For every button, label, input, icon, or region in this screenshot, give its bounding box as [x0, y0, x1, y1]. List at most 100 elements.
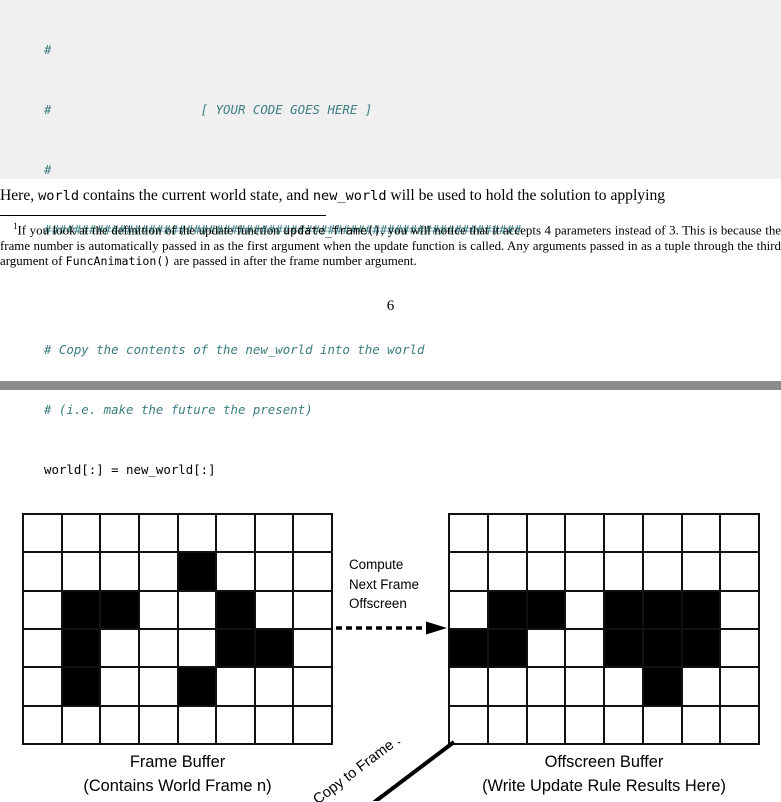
offscreen-buffer-cell [450, 515, 487, 552]
frame-buffer-cell [217, 629, 254, 667]
compute-next-frame-label: Compute Next Frame Offscreen [349, 555, 445, 614]
frame-buffer-cell [178, 553, 216, 590]
frame-buffer-cell [217, 591, 254, 628]
code-line: # Copy the contents of the new_world int… [44, 340, 521, 360]
frame-buffer-cell [294, 629, 331, 667]
offscreen-buffer-cell [682, 553, 720, 590]
paragraph-text-2: contains the current world state, and [79, 187, 313, 204]
frame-buffer-cell [101, 706, 138, 743]
frame-buffer-cell [139, 591, 177, 628]
frame-buffer-cell [217, 553, 254, 590]
frame-buffer-cell [24, 591, 61, 628]
frame-buffer-cell [62, 706, 100, 743]
copy-to-frame-buffer-arrow-icon [318, 740, 458, 801]
frame-buffer-grid [22, 513, 333, 745]
frame-buffer-cell [255, 668, 293, 705]
offscreen-buffer-cell [605, 553, 642, 590]
frame-buffer-cell [255, 515, 293, 552]
offscreen-buffer-cell [643, 629, 681, 667]
frame-buffer-cell [24, 553, 61, 590]
offscreen-buffer-cell [643, 706, 681, 743]
paragraph-text-3: will be used to hold the solution to app… [386, 187, 666, 204]
frame-buffer-cell [217, 706, 254, 743]
compute-label-line-3: Offscreen [349, 596, 407, 611]
offscreen-buffer-cell [721, 591, 758, 628]
footnote: 1If you look at the definition of the up… [0, 219, 781, 270]
code-line: # [ YOUR CODE GOES HERE ] [44, 100, 521, 120]
frame-buffer-cell [178, 706, 216, 743]
paragraph-code-new-world: new_world [312, 188, 387, 204]
footnote-text-3: are passed in after the frame number arg… [170, 254, 417, 269]
frame-buffer-cell [294, 668, 331, 705]
frame-buffer-cell [62, 591, 100, 628]
offscreen-buffer-cell [605, 591, 642, 628]
offscreen-buffer-cell [527, 706, 565, 743]
frame-buffer-cell [62, 553, 100, 590]
offscreen-buffer-cell [566, 515, 603, 552]
offscreen-buffer-cell [721, 668, 758, 705]
footnote-rule [0, 215, 326, 216]
offscreen-buffer-cell [643, 591, 681, 628]
offscreen-buffer-cell [450, 553, 487, 590]
offscreen-buffer-cell [605, 668, 642, 705]
frame-buffer-cell [255, 706, 293, 743]
page-number: 6 [386, 298, 395, 314]
frame-buffer-cell [62, 629, 100, 667]
code-comment-hash-1: # [44, 42, 52, 57]
offscreen-buffer-cell [527, 591, 565, 628]
body-paragraph: Here, world contains the current world s… [0, 186, 781, 206]
frame-buffer-cell [101, 629, 138, 667]
offscreen-buffer-cell [566, 668, 603, 705]
offscreen-buffer-cell [488, 515, 526, 552]
frame-buffer-caption-title: Frame Buffer [129, 753, 226, 771]
offscreen-buffer-cell [566, 629, 603, 667]
offscreen-buffer-cell [450, 629, 487, 667]
offscreen-buffer-cell [450, 591, 487, 628]
offscreen-buffer-cell [450, 706, 487, 743]
code-line: # [44, 40, 521, 60]
code-comment-copy: # Copy the contents of the new_world int… [44, 342, 425, 357]
frame-buffer-cell [62, 668, 100, 705]
offscreen-buffer-cell [527, 668, 565, 705]
code-line: # [44, 160, 521, 180]
paragraph-text-1: Here, [0, 187, 39, 204]
offscreen-buffer-caption-sub: (Write Update Rule Results Here) [482, 777, 726, 795]
offscreen-buffer-cell [682, 629, 720, 667]
frame-buffer-cell [217, 668, 254, 705]
frame-buffer-cell [139, 706, 177, 743]
frame-buffer-cell [294, 706, 331, 743]
offscreen-buffer-cell [605, 706, 642, 743]
offscreen-buffer-caption: Offscreen Buffer (Write Update Rule Resu… [448, 750, 760, 798]
frame-buffer-cell [294, 553, 331, 590]
buffer-diagram-figure: Compute Next Frame Offscreen Copy to Fra… [0, 390, 781, 802]
frame-buffer-cell [101, 591, 138, 628]
footnote-code-funcanimation: FuncAnimation() [65, 254, 171, 269]
offscreen-buffer-cell [682, 706, 720, 743]
offscreen-buffer-cell [721, 515, 758, 552]
frame-buffer-cell [139, 668, 177, 705]
offscreen-buffer-grid [448, 513, 760, 745]
frame-buffer-cell [24, 706, 61, 743]
frame-buffer-cell [178, 515, 216, 552]
offscreen-buffer-cell [566, 706, 603, 743]
offscreen-buffer-cell [643, 668, 681, 705]
offscreen-buffer-cell [566, 553, 603, 590]
offscreen-buffer-cell [682, 515, 720, 552]
footnote-text-1: If you look at the definition of the upd… [17, 223, 284, 238]
frame-buffer-cell [294, 591, 331, 628]
frame-buffer-cell [62, 515, 100, 552]
offscreen-buffer-cell [527, 629, 565, 667]
offscreen-buffer-cell [682, 591, 720, 628]
frame-buffer-cell [139, 629, 177, 667]
compute-label-line-2: Next Frame [349, 576, 419, 592]
offscreen-buffer-cell [721, 706, 758, 743]
paragraph-code-world: world [38, 188, 80, 204]
frame-buffer-cell [101, 515, 138, 552]
offscreen-buffer-cell [527, 515, 565, 552]
footnote-code-update-frame: update_frame() [283, 223, 381, 238]
offscreen-buffer-cell [527, 553, 565, 590]
frame-buffer-cell [255, 553, 293, 590]
frame-buffer-cell [255, 629, 293, 667]
code-comment-hash-2: # [44, 162, 52, 177]
